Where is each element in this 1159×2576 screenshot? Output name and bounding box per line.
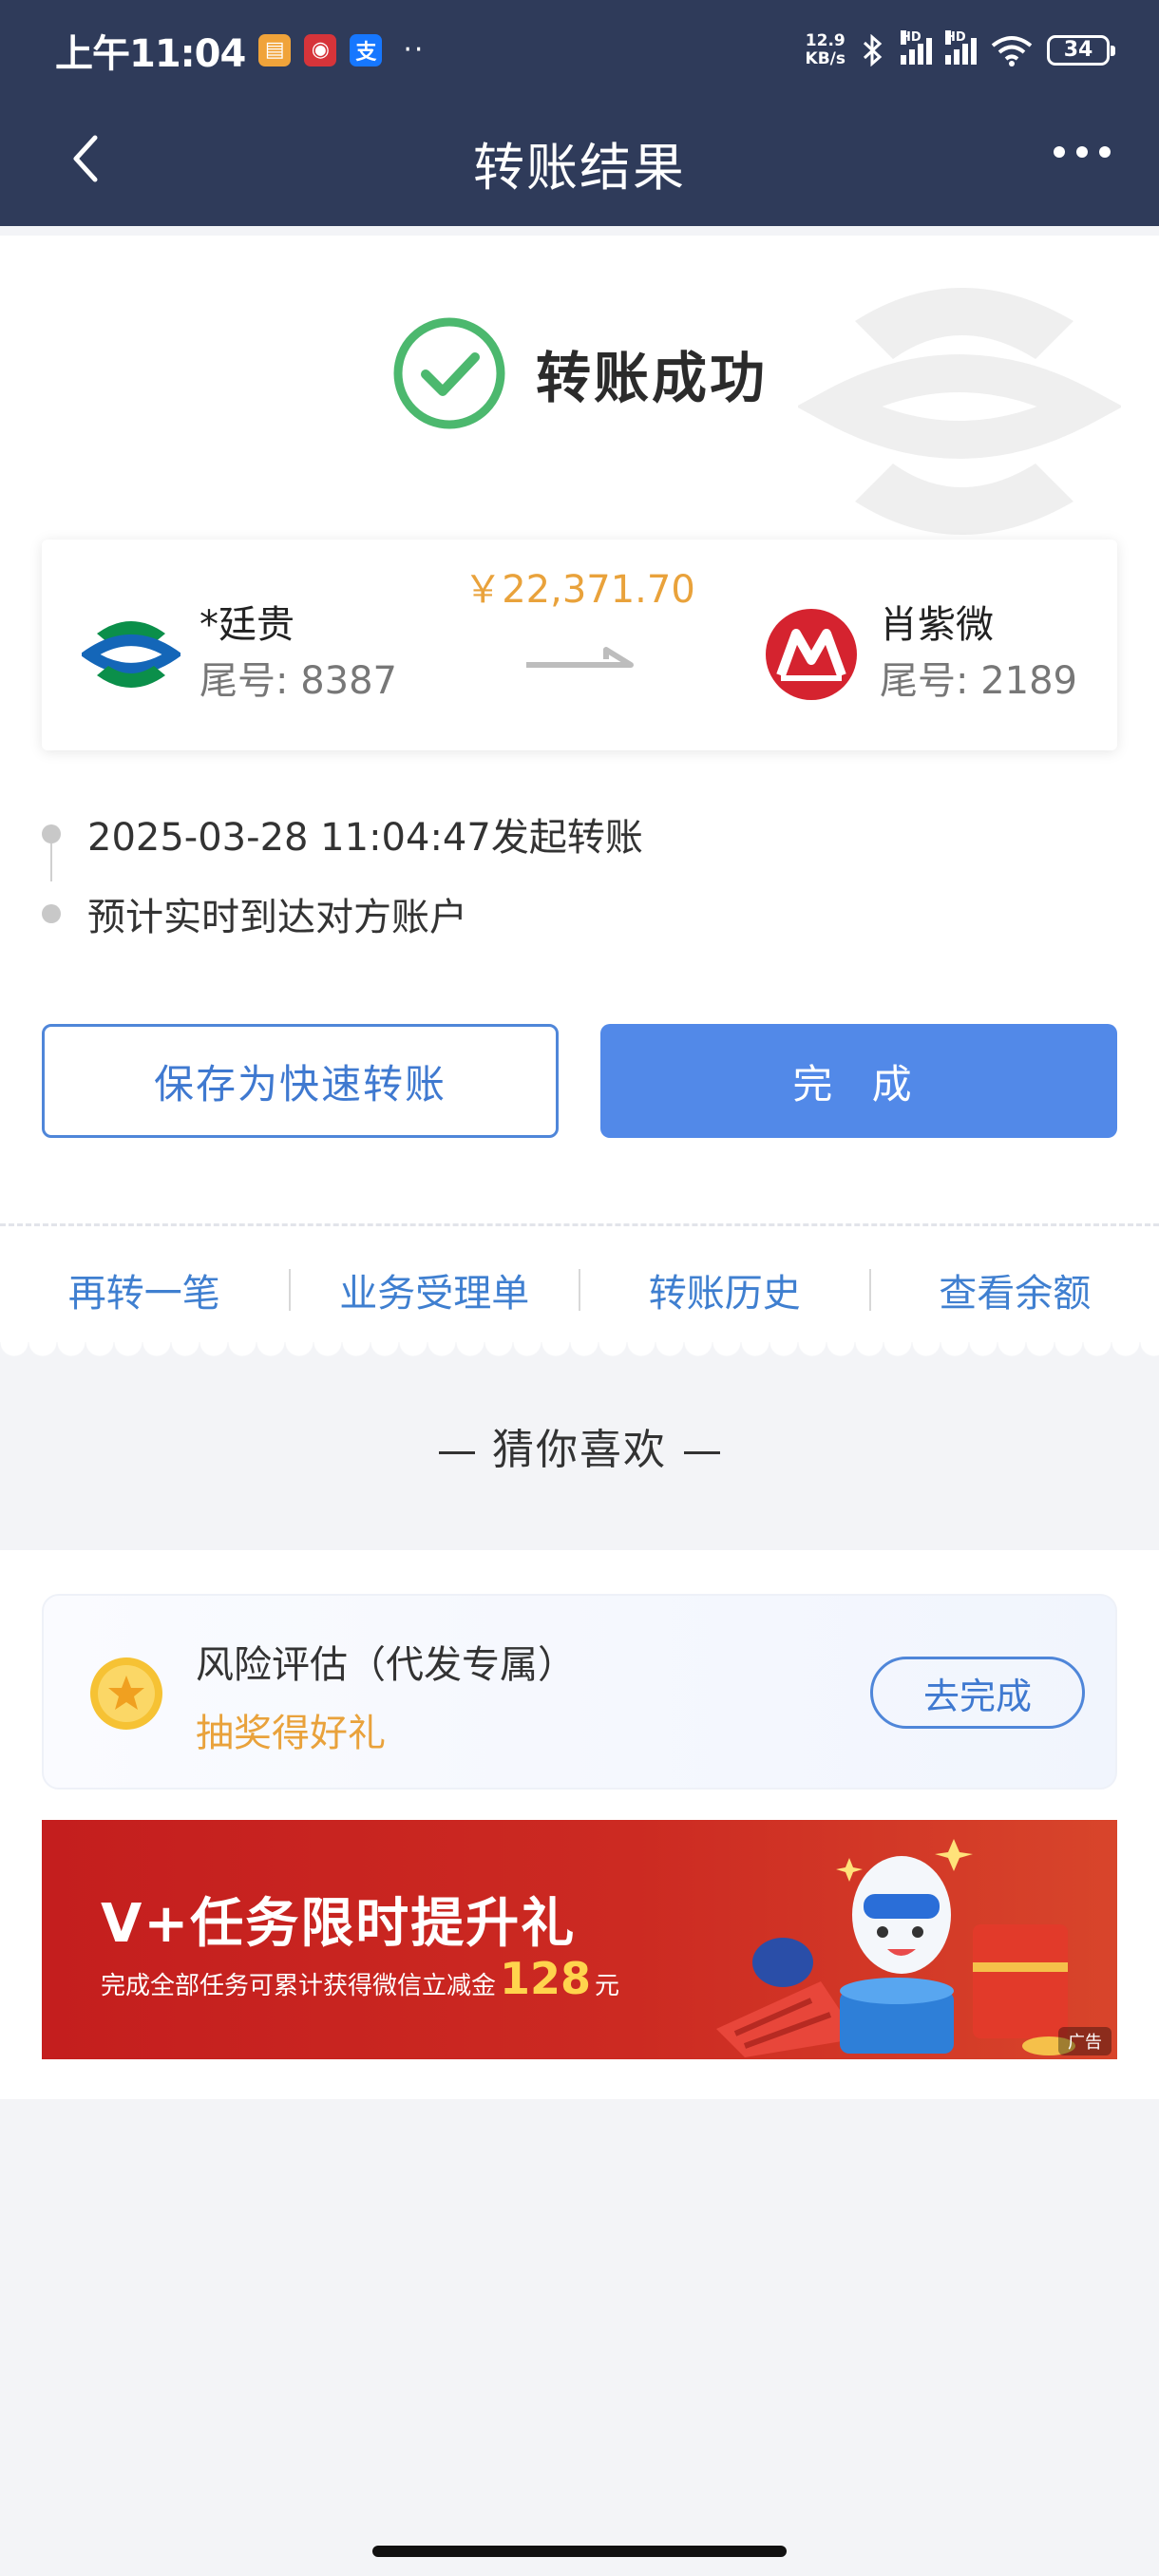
receipt-link[interactable]: 业务受理单 xyxy=(291,1262,580,1317)
star-coin-icon xyxy=(90,1657,162,1730)
payee-account-tail: 尾号: 2189 xyxy=(880,659,1077,703)
battery-level: 34 xyxy=(1063,38,1093,62)
task-title: 风险评估（代发专属） xyxy=(196,1643,576,1687)
cmb-bank-logo-icon xyxy=(766,609,857,700)
page-title: 转账结果 xyxy=(473,138,686,198)
home-indicator[interactable] xyxy=(372,2546,787,2557)
mascot-gift-illustration xyxy=(716,1839,1075,2057)
banner-subtitle: 完成全部任务可累计获得微信立减金 128 元 xyxy=(101,1953,619,2004)
transfer-history-link[interactable]: 转账历史 xyxy=(580,1262,869,1317)
signal-2-label: HD xyxy=(945,29,966,45)
back-button[interactable] xyxy=(61,130,118,187)
cib-bank-logo-icon xyxy=(82,621,180,688)
quick-links: 再转一笔 业务受理单 转账历史 查看余额 xyxy=(0,1242,1159,1337)
status-time: 上午11:04 xyxy=(55,31,246,76)
scalloped-edge xyxy=(0,1342,1159,1363)
success-text: 转账成功 xyxy=(535,346,768,410)
payer-info: *廷贵 尾号: 8387 xyxy=(82,598,397,710)
alipay-app-icon: 支 xyxy=(350,33,383,66)
more-options-button[interactable] xyxy=(1039,128,1125,176)
timeline-text: 2025-03-28 11:04:47发起转账 xyxy=(87,816,643,860)
payer-account-tail: 尾号: 8387 xyxy=(200,659,397,703)
timeline-item: 预计实时到达对方账户 xyxy=(42,874,1087,954)
transfer-timeline: 2025-03-28 11:04:47发起转账 预计实时到达对方账户 xyxy=(42,794,1087,954)
notes-app-icon: ▤ xyxy=(258,33,292,66)
bank-app-icon: ◉ xyxy=(304,33,337,66)
wifi-icon xyxy=(991,35,1033,66)
top-bar: 上午11:04 ▤ ◉ 支 ·· 12.9 KB/s HD HD 34 转账结果 xyxy=(0,0,1159,226)
status-more-icon: ·· xyxy=(403,33,426,66)
nav-bar: 转账结果 xyxy=(0,100,1159,226)
banner-subtitle-prefix: 完成全部任务可累计获得微信立减金 xyxy=(101,1972,497,2000)
divider xyxy=(0,1223,1159,1226)
battery-icon: 34 xyxy=(1047,34,1115,66)
task-subtitle: 抽奖得好礼 xyxy=(196,1712,386,1755)
timeline-dot xyxy=(42,904,61,923)
timeline-text: 预计实时到达对方账户 xyxy=(87,896,467,939)
status-bar: 上午11:04 ▤ ◉ 支 ·· 12.9 KB/s HD HD 34 xyxy=(0,0,1159,100)
success-header: 转账成功 xyxy=(0,312,1159,435)
recommend-heading-text: 猜你喜欢 xyxy=(492,1426,667,1474)
payee-info: 肖紫微 尾号: 2189 xyxy=(762,598,1077,710)
save-quick-transfer-button[interactable]: 保存为快速转账 xyxy=(42,1024,559,1138)
timeline-item: 2025-03-28 11:04:47发起转账 xyxy=(42,794,1087,874)
transfer-again-link[interactable]: 再转一笔 xyxy=(0,1262,289,1317)
transfer-arrow-icon xyxy=(526,647,634,668)
recommend-section: 风险评估（代发专属） 抽奖得好礼 去完成 V+任务限时提升礼 完成全部任务可累计… xyxy=(0,1550,1159,2099)
check-balance-link[interactable]: 查看余额 xyxy=(871,1262,1159,1317)
risk-assessment-card[interactable]: 风险评估（代发专属） 抽奖得好礼 去完成 xyxy=(42,1594,1117,1790)
net-speed-unit: KB/s xyxy=(805,48,846,68)
success-check-icon xyxy=(393,317,505,429)
bluetooth-icon xyxy=(863,33,883,66)
timeline-dot xyxy=(42,824,61,843)
recommend-heading: 猜你喜欢 xyxy=(0,1415,1159,1476)
signal-1-label: HD xyxy=(901,29,922,45)
status-indicators: 12.9 KB/s HD HD 34 xyxy=(805,29,1115,68)
banner-amount: 128 xyxy=(500,1953,592,2004)
net-speed-value: 12.9 xyxy=(805,30,846,50)
payer-name: *廷贵 xyxy=(200,603,294,647)
done-button[interactable]: 完 成 xyxy=(600,1024,1117,1138)
signal-1-icon: HD xyxy=(901,29,932,65)
promo-banner[interactable]: V+任务限时提升礼 完成全部任务可累计获得微信立减金 128 元 广告 xyxy=(42,1820,1117,2059)
ad-tag: 广告 xyxy=(1058,2027,1112,2055)
banner-subtitle-suffix: 元 xyxy=(595,1972,620,2000)
transfer-result-card: 转账成功 ￥22,371.70 *廷贵 尾号: 8387 肖紫微 尾号: 218… xyxy=(0,236,1159,1342)
go-complete-button[interactable]: 去完成 xyxy=(870,1657,1085,1729)
payee-name: 肖紫微 xyxy=(880,603,994,647)
transfer-summary: ￥22,371.70 *廷贵 尾号: 8387 肖紫微 尾号: 2189 xyxy=(42,540,1117,750)
signal-2-icon: HD xyxy=(945,29,977,65)
timeline-connector xyxy=(50,843,52,881)
net-speed: 12.9 KB/s xyxy=(805,30,846,68)
banner-title: V+任务限时提升礼 xyxy=(101,1893,577,1955)
status-app-icons: ▤ ◉ 支 xyxy=(258,33,383,66)
